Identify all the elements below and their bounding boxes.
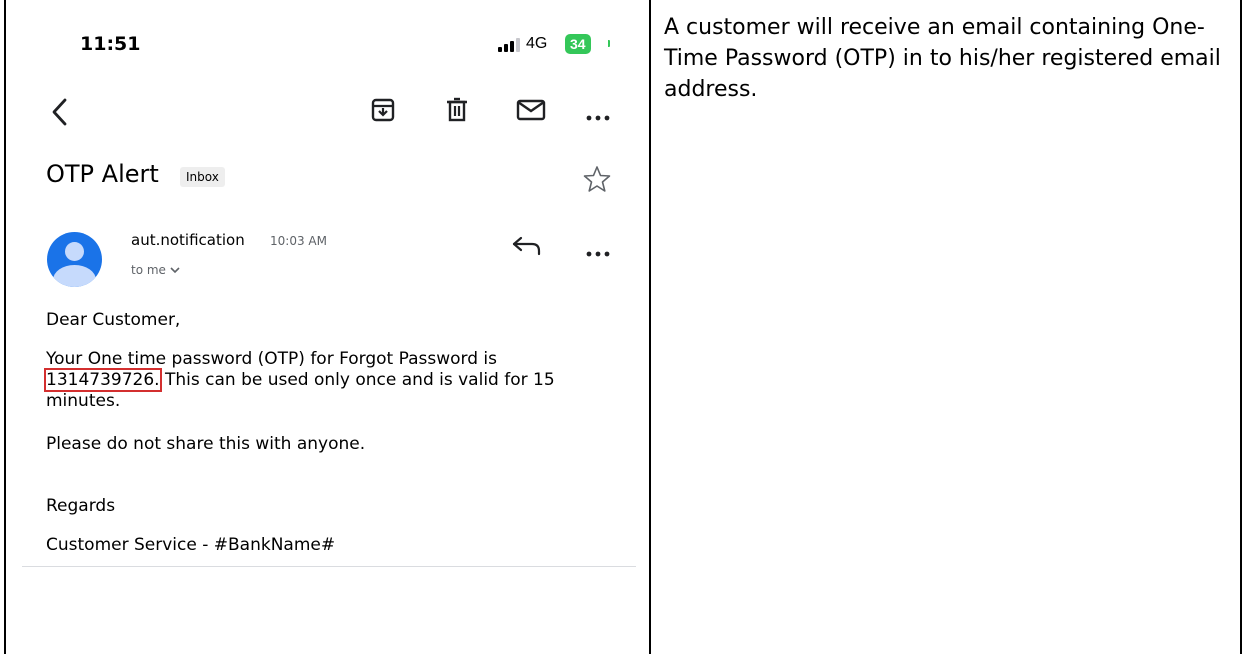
- email-subject: OTP Alert: [46, 160, 159, 188]
- table-border-right: [1240, 0, 1242, 654]
- trash-icon[interactable]: [445, 97, 469, 128]
- otp-paragraph: Your One time password (OTP) for Forgot …: [44, 349, 616, 412]
- table-border-middle: [649, 0, 651, 654]
- phone-screenshot: 11:51 4G 34 OTP Alert Inbox aut.notifica…: [22, 0, 636, 654]
- mail-icon[interactable]: [516, 98, 546, 127]
- battery-level: 34: [565, 34, 591, 54]
- email-signature: Customer Service - #BankName#: [46, 535, 336, 555]
- email-greeting: Dear Customer,: [46, 310, 181, 330]
- recipient-label: to me: [131, 263, 166, 277]
- network-type: 4G: [526, 35, 548, 52]
- back-icon[interactable]: [50, 97, 70, 132]
- avatar: [47, 232, 102, 287]
- share-warning: Please do not share this with anyone.: [46, 434, 366, 454]
- table-border-left: [4, 0, 6, 654]
- divider: [22, 566, 636, 567]
- otp-intro-text: Your One time password (OTP) for Forgot …: [46, 349, 498, 369]
- otp-code: 1314739726.: [44, 368, 162, 392]
- reply-icon[interactable]: [512, 236, 542, 261]
- signal-icon: [498, 38, 522, 52]
- battery-tip: [608, 40, 610, 47]
- email-regards: Regards: [46, 496, 116, 516]
- more-icon[interactable]: [586, 108, 610, 126]
- step-description: A customer will receive an email contain…: [664, 15, 1221, 102]
- email-time: 10:03 AM: [270, 234, 327, 248]
- message-more-icon[interactable]: [586, 244, 610, 262]
- chevron-down-icon: [170, 263, 180, 277]
- archive-icon[interactable]: [370, 97, 396, 128]
- status-time: 11:51: [80, 33, 141, 55]
- recipient-toggle[interactable]: to me: [131, 263, 180, 277]
- star-icon[interactable]: [583, 165, 611, 198]
- inbox-label-badge[interactable]: Inbox: [180, 167, 225, 187]
- sender-name[interactable]: aut.notification: [131, 231, 245, 249]
